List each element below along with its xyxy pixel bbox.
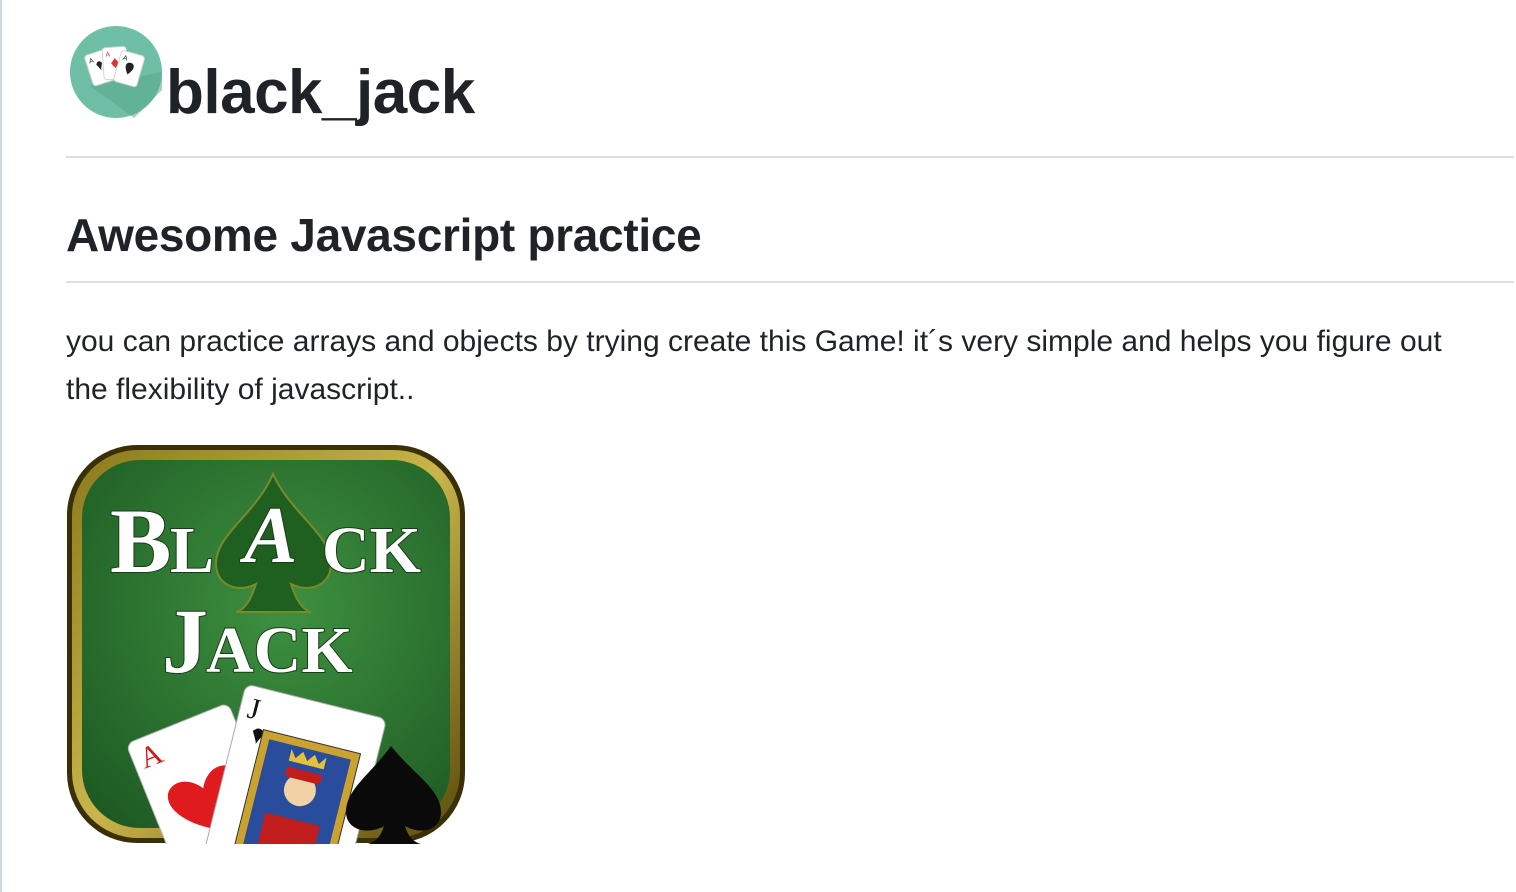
playing-cards-logo-icon: A A A [70,26,162,118]
svg-text:L: L [170,514,214,587]
section-heading: Awesome Javascript practice [66,209,702,261]
svg-text:B: B [110,490,171,592]
page-left-border [0,0,2,892]
blackjack-game-image: B L A CK J ACK A J [67,445,465,844]
title-row: A A A black_jack [66,26,1514,136]
svg-text:J: J [162,590,208,692]
svg-text:A: A [105,51,110,58]
repo-title: black_jack [166,58,475,127]
svg-text:A: A [239,492,297,580]
section-divider [66,281,1514,283]
title-divider [66,156,1514,158]
svg-text:CK: CK [322,514,421,587]
svg-text:ACK: ACK [206,614,353,687]
description-paragraph: you can practice arrays and objects by t… [66,325,1442,406]
